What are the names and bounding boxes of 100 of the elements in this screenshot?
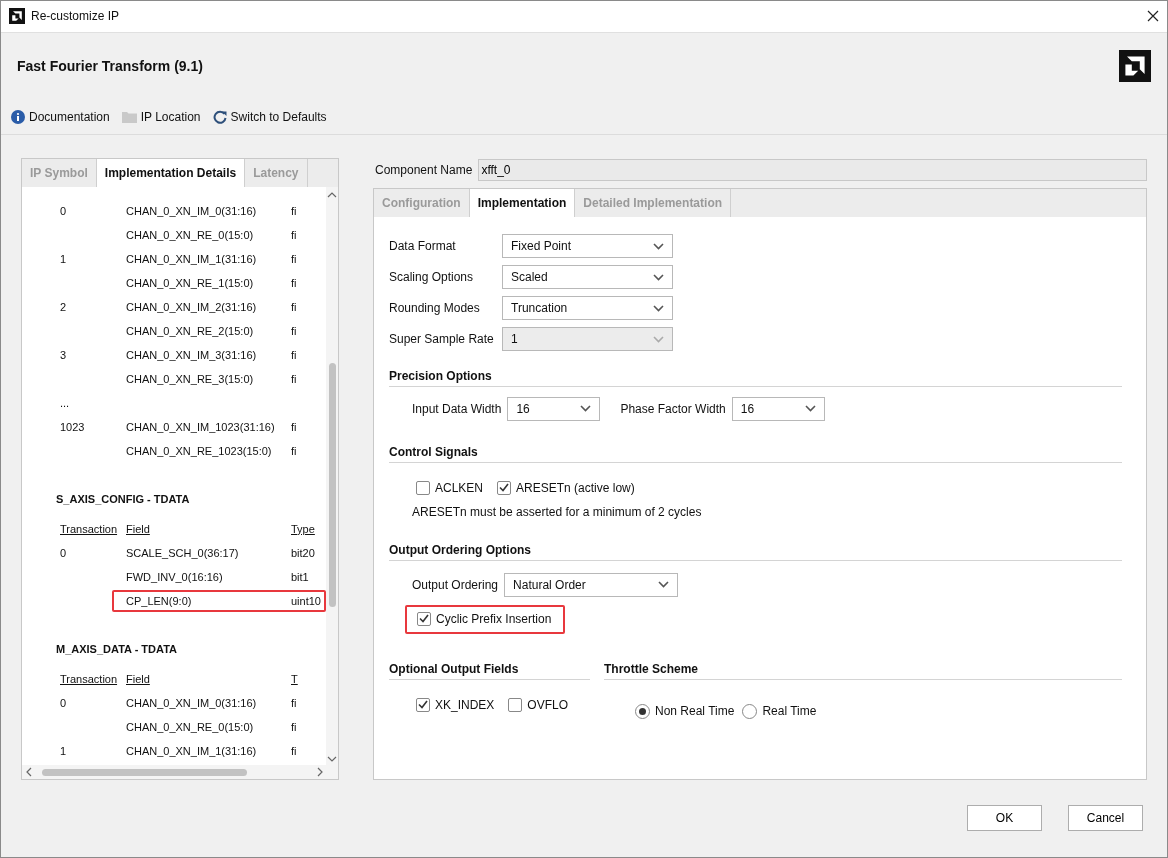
type-cell-text: fi [291, 372, 298, 385]
field-cell-text: CHAN_0_XN_RE_0(15:0) [126, 720, 255, 733]
field-cell-text: CHAN_0_XN_IM_0(31:16) [126, 696, 258, 709]
field-cell-text: CHAN_0_XN_IM_1023(31:16) [126, 420, 276, 433]
type-cell-text: fi [291, 348, 298, 361]
transaction-cell-text: 1023 [60, 420, 86, 433]
logo-icon [9, 8, 25, 25]
chevron-icon [580, 405, 592, 413]
dialog-button[interactable]: Cancel [1068, 805, 1143, 832]
field-cell-text: CHAN_0_XN_RE_3(15:0) [126, 372, 255, 385]
transaction-cell-text: 2 [60, 300, 68, 313]
field-cell-text: CHAN_0_XN_RE_1023(15:0) [126, 444, 273, 457]
column-header: Transaction [60, 522, 119, 535]
transaction-cell-text: 3 [60, 348, 68, 361]
checkbox[interactable]: Cyclic Prefix Insertion [417, 611, 552, 626]
tab[interactable]: Implementation [469, 188, 576, 217]
type-cell-text: fi [291, 720, 298, 733]
dropdown[interactable]: Natural Order [504, 572, 679, 597]
section-title: S_AXIS_CONFIG - TDATA [56, 492, 190, 505]
field-label: Data Format [389, 239, 457, 254]
chevron-icon [653, 273, 664, 281]
close-icon[interactable] [1147, 10, 1159, 23]
type-cell-text: fi [291, 252, 298, 265]
group-title: Output Ordering Options [389, 542, 531, 557]
logo-icon [1119, 50, 1151, 83]
group-title: Optional Output Fields [389, 661, 519, 676]
dropdown[interactable]: Truncation [502, 296, 673, 321]
checkbox[interactable]: OVFLO [508, 697, 569, 712]
info-icon [11, 109, 25, 124]
chevron-icon [658, 581, 670, 589]
vertical-scrollbar[interactable] [326, 186, 338, 767]
type-cell-text: bit20 [291, 546, 316, 559]
transaction-cell-text: 0 [60, 696, 68, 709]
type-cell-text: uint10 [291, 594, 322, 607]
field-label: Input Data Width [412, 401, 502, 416]
window-title: Re-customize IP [31, 9, 121, 24]
dropdown[interactable]: 16 [731, 396, 825, 421]
note-text: ARESETn must be asserted for a minimum of 2 cycles [411, 504, 703, 519]
horizontal-scrollbar[interactable] [22, 764, 338, 779]
field-label: Output Ordering [412, 577, 499, 592]
chevron-icon [653, 304, 664, 312]
field-label: Phase Factor Width [620, 401, 726, 416]
type-cell-text: fi [291, 204, 298, 217]
radio-button[interactable]: Real Time [742, 703, 817, 719]
radio-button[interactable]: Non Real Time [635, 703, 735, 719]
toolbar-link[interactable]: Documentation [11, 109, 110, 124]
field-cell-text: FWD_INV_0(16:16) [126, 570, 224, 583]
column-header: Transaction [60, 672, 119, 685]
transaction-cell-text: 0 [60, 546, 68, 559]
chevron-icon [804, 405, 816, 413]
field-cell-text: CP_LEN(9:0) [126, 594, 193, 607]
column-header: Type [291, 522, 316, 535]
type-cell-text: fi [291, 276, 298, 289]
dropdown[interactable]: Fixed Point [502, 234, 673, 259]
folder-icon [121, 110, 137, 123]
chevron-icon [653, 242, 664, 250]
group-title: Precision Options [389, 368, 492, 383]
dropdown[interactable]: 16 [507, 396, 601, 421]
group-title: Control Signals [389, 444, 478, 459]
field-label: Component Name [374, 162, 473, 177]
checkbox[interactable]: XK_INDEX [416, 697, 495, 712]
field-cell-text: CHAN_0_XN_IM_1(31:16) [126, 744, 258, 757]
type-cell-text: fi [291, 324, 298, 337]
column-header: T [291, 672, 299, 685]
component-name-field[interactable]: xfft_0 [478, 158, 1147, 181]
transaction-cell-text: 0 [60, 204, 68, 217]
dialog-title: Fast Fourier Transform (9.1) [17, 58, 203, 75]
group-title: Throttle Scheme [604, 661, 699, 676]
refresh-icon [212, 109, 227, 124]
type-cell-text: fi [291, 420, 298, 433]
chevron-icon [653, 335, 664, 343]
field-cell-text: CHAN_0_XN_RE_2(15:0) [126, 324, 255, 337]
checkbox[interactable]: ARESETn (active low) [497, 480, 635, 495]
toolbar-link[interactable]: IP Location [121, 109, 201, 124]
check-icon [419, 614, 429, 624]
transaction-cell-text: 1 [60, 252, 68, 265]
check-icon [418, 700, 428, 710]
type-cell-text: bit1 [291, 570, 310, 583]
field-cell-text: CHAN_0_XN_RE_1(15:0) [126, 276, 255, 289]
field-cell-text: CHAN_0_XN_IM_3(31:16) [126, 348, 258, 361]
column-header: Field [126, 522, 151, 535]
type-cell-text: fi [291, 696, 298, 709]
field-cell-text: CHAN_0_XN_RE_0(15:0) [126, 228, 255, 241]
radio-dot-icon [639, 707, 646, 715]
tab[interactable]: Implementation Details [96, 158, 246, 187]
dialog-button[interactable]: OK [967, 805, 1042, 832]
checkbox[interactable]: ACLKEN [416, 480, 484, 495]
transaction-cell-text: 1 [60, 744, 68, 757]
field-cell-text: SCALE_SCH_0(36:17) [126, 546, 240, 559]
column-header: Field [126, 672, 151, 685]
field-label: Scaling Options [389, 270, 475, 285]
field-label: Super Sample Rate [389, 332, 495, 347]
check-icon [499, 483, 510, 493]
section-title: M_AXIS_DATA - TDATA [56, 642, 177, 655]
field-cell-text: CHAN_0_XN_IM_1(31:16) [126, 252, 258, 265]
type-cell-text: fi [291, 228, 298, 241]
dropdown[interactable]: Scaled [502, 265, 673, 290]
field-cell-text: CHAN_0_XN_IM_0(31:16) [126, 204, 258, 217]
type-cell-text: fi [291, 444, 298, 457]
toolbar-link[interactable]: Switch to Defaults [212, 109, 327, 124]
